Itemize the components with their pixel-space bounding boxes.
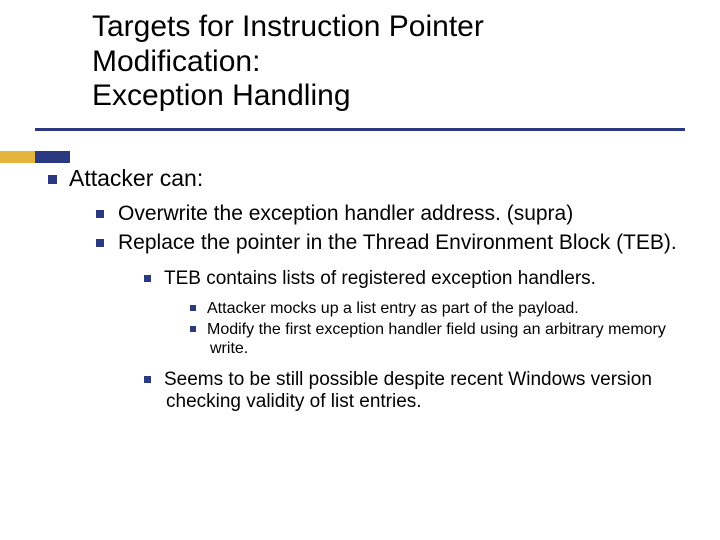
- bullet-l3: Seems to be still possible despite recen…: [144, 369, 690, 414]
- l3-group: TEB contains lists of registered excepti…: [144, 268, 690, 414]
- slide: Targets for Instruction Pointer Modifica…: [0, 0, 720, 540]
- square-bullet-icon: [48, 175, 57, 184]
- square-bullet-icon: [96, 239, 104, 247]
- slide-title: Targets for Instruction Pointer Modifica…: [92, 10, 680, 114]
- title-line-3: Exception Handling: [92, 79, 351, 112]
- l3-text: TEB contains lists of registered excepti…: [164, 268, 596, 289]
- square-bullet-icon: [190, 326, 196, 332]
- title-line-1: Targets for Instruction Pointer: [92, 10, 484, 43]
- l2-group: Overwrite the exception handler address.…: [96, 202, 690, 413]
- l4-group: Attacker mocks up a list entry as part o…: [190, 300, 690, 359]
- l4-text: Modify the first exception handler field…: [207, 321, 666, 357]
- square-bullet-icon: [144, 275, 151, 282]
- l2-text: Replace the pointer in the Thread Enviro…: [118, 231, 677, 254]
- bullet-l4: Attacker mocks up a list entry as part o…: [190, 300, 690, 319]
- accent-navy: [35, 151, 70, 163]
- l3-text: Seems to be still possible despite recen…: [164, 369, 652, 412]
- body-text: Attacker can: Overwrite the exception ha…: [48, 165, 690, 418]
- bullet-l2: Overwrite the exception handler address.…: [96, 202, 690, 227]
- title-underline: [35, 128, 685, 131]
- l1-text: Attacker can:: [69, 165, 203, 191]
- bullet-l1: Attacker can:: [48, 165, 690, 192]
- bullet-l3: TEB contains lists of registered excepti…: [144, 268, 690, 290]
- bullet-l4: Modify the first exception handler field…: [190, 321, 690, 359]
- l4-text: Attacker mocks up a list entry as part o…: [207, 300, 579, 317]
- title-line-2: Modification:: [92, 45, 260, 78]
- accent-stripe: [0, 150, 70, 162]
- title-block: Targets for Instruction Pointer Modifica…: [92, 10, 680, 114]
- l2-text: Overwrite the exception handler address.…: [118, 202, 573, 225]
- square-bullet-icon: [144, 376, 151, 383]
- square-bullet-icon: [96, 210, 104, 218]
- bullet-l2: Replace the pointer in the Thread Enviro…: [96, 231, 690, 256]
- square-bullet-icon: [190, 305, 196, 311]
- accent-gold: [0, 151, 35, 163]
